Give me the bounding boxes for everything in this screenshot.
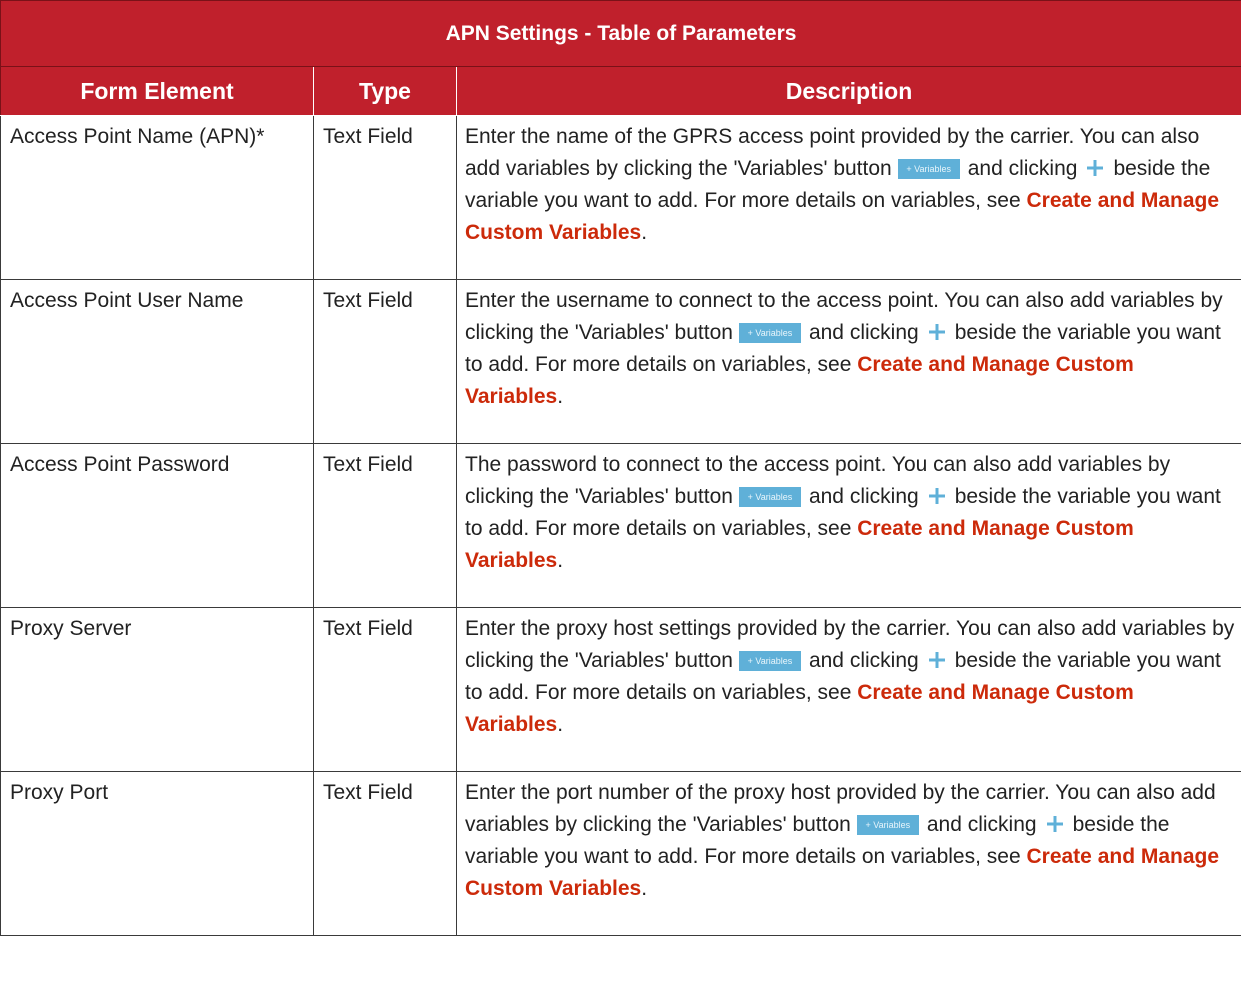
type-cell: Text Field	[313, 771, 457, 936]
description-cell: The password to connect to the access po…	[455, 443, 1241, 608]
column-header-description: Description	[455, 66, 1241, 116]
form-element-cell: Access Point User Name	[0, 279, 314, 444]
table-row: Access Point User Name Text Field Enter …	[0, 279, 1241, 444]
description-text: and clicking	[808, 649, 919, 672]
table-row: Proxy Port Text Field Enter the port num…	[0, 771, 1241, 936]
form-element-cell: Proxy Server	[0, 607, 314, 772]
table-row: Proxy Server Text Field Enter the proxy …	[0, 607, 1241, 772]
variables-button[interactable]: + Variables	[738, 487, 801, 508]
table-row: Access Point Password Text Field The pas…	[0, 443, 1241, 608]
description-end: .	[641, 877, 648, 900]
column-header-form-element: Form Element	[0, 66, 314, 116]
plus-icon[interactable]	[1045, 812, 1065, 833]
form-element-cell: Proxy Port	[0, 771, 314, 936]
type-cell: Text Field	[313, 279, 457, 444]
table-title: APN Settings - Table of Parameters	[0, 0, 1241, 67]
description-end: .	[557, 385, 564, 408]
type-cell: Text Field	[313, 443, 457, 608]
table-row: Access Point Name (APN)* Text Field Ente…	[0, 115, 1241, 280]
description-text: and clicking	[926, 813, 1037, 836]
type-cell: Text Field	[313, 607, 457, 772]
variables-button[interactable]: + Variables	[738, 651, 801, 672]
description-cell: Enter the name of the GPRS access point …	[455, 115, 1241, 280]
description-end: .	[557, 549, 564, 572]
description-end: .	[557, 713, 564, 736]
plus-icon[interactable]	[1085, 156, 1105, 177]
variables-button[interactable]: + Variables	[856, 815, 919, 836]
description-text: and clicking	[808, 485, 919, 508]
form-element-cell: Access Point Name (APN)*	[0, 115, 314, 280]
description-cell: Enter the username to connect to the acc…	[455, 279, 1241, 444]
form-element-cell: Access Point Password	[0, 443, 314, 608]
description-text: and clicking	[967, 157, 1078, 180]
variables-button[interactable]: + Variables	[897, 159, 960, 180]
description-cell: Enter the proxy host settings provided b…	[455, 607, 1241, 772]
column-header-type: Type	[313, 66, 457, 116]
variables-button[interactable]: + Variables	[738, 323, 801, 344]
description-text: and clicking	[808, 321, 919, 344]
plus-icon[interactable]	[927, 648, 947, 669]
plus-icon[interactable]	[927, 320, 947, 341]
description-end: .	[641, 221, 648, 244]
plus-icon[interactable]	[927, 484, 947, 505]
type-cell: Text Field	[313, 115, 457, 280]
apn-parameters-table: APN Settings - Table of Parameters Form …	[0, 0, 1241, 936]
description-cell: Enter the port number of the proxy host …	[455, 771, 1241, 936]
